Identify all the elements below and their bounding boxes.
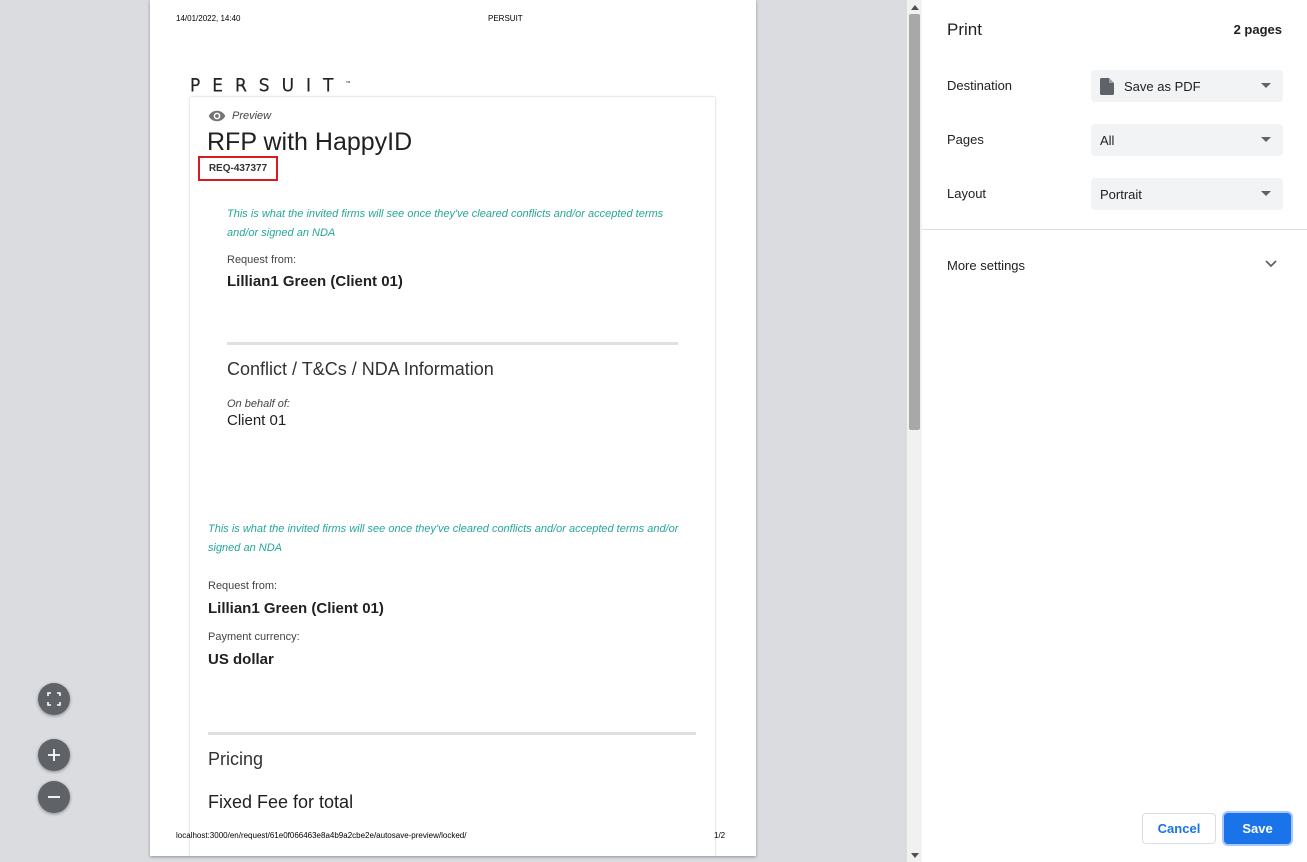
- section-divider: [227, 342, 678, 345]
- zoom-out-icon: [48, 796, 60, 798]
- destination-select[interactable]: Save as PDF: [1091, 70, 1283, 102]
- request-from-label: Request from:: [227, 254, 297, 266]
- dropdown-caret-icon: [1261, 137, 1271, 142]
- rfp-preview-card: Preview RFP with HappyID REQ-437377 This…: [190, 97, 715, 856]
- print-settings-sidebar: Print 2 pages Destination Save as PDF Pa…: [922, 0, 1307, 862]
- layout-value: Portrait: [1100, 186, 1142, 202]
- logo-trademark: ™: [345, 80, 351, 87]
- scroll-down-button[interactable]: [907, 848, 922, 862]
- print-title: Print: [947, 20, 982, 39]
- preview-scrollbar[interactable]: [907, 0, 922, 862]
- pages-select[interactable]: All: [1091, 124, 1283, 156]
- arrow-down-icon: [910, 852, 919, 858]
- layout-select[interactable]: Portrait: [1091, 178, 1283, 210]
- scroll-up-button[interactable]: [907, 0, 922, 14]
- conflict-section-title: Conflict / T&Cs / NDA Information: [227, 359, 494, 379]
- page-count: 2 pages: [1233, 22, 1282, 37]
- layout-label: Layout: [947, 186, 987, 201]
- visibility-note: This is what the invited firms will see …: [227, 208, 664, 239]
- payment-currency-label: Payment currency:: [208, 631, 300, 643]
- page-footer-number: 1/2: [714, 831, 726, 840]
- request-id-badge: REQ-437377: [198, 156, 278, 181]
- dropdown-caret-icon: [1261, 191, 1271, 196]
- fit-to-page-icon: [47, 692, 61, 706]
- rfp-title: RFP with HappyID: [207, 128, 413, 156]
- pages-value: All: [1100, 132, 1115, 148]
- zoom-in-icon: [48, 749, 60, 761]
- cancel-button[interactable]: Cancel: [1142, 813, 1216, 844]
- on-behalf-value: Client 01: [227, 412, 287, 429]
- dropdown-caret-icon: [1261, 83, 1271, 88]
- zoom-in-button[interactable]: [38, 739, 70, 771]
- destination-label: Destination: [947, 78, 1013, 93]
- logo-text: PERSUIT: [189, 76, 346, 97]
- arrow-up-icon: [910, 4, 919, 10]
- request-from-value: Lillian1 Green (Client 01): [227, 273, 403, 290]
- page-footer-url: localhost:3000/en/request/61e0f066463e8a…: [176, 831, 467, 840]
- persuit-logo: PERSUIT™: [189, 76, 351, 97]
- preview-indicator: Preview: [208, 110, 271, 122]
- fit-to-page-button[interactable]: [38, 683, 70, 715]
- preview-label: Preview: [232, 110, 272, 122]
- save-button[interactable]: Save: [1224, 813, 1291, 844]
- payment-currency-value: US dollar: [208, 651, 274, 668]
- page-header-title: PERSUIT: [488, 14, 523, 23]
- more-settings-toggle[interactable]: More settings: [922, 250, 1307, 280]
- more-settings-label: More settings: [947, 258, 1026, 273]
- eye-icon: [208, 110, 226, 122]
- section-divider: [208, 732, 696, 735]
- print-preview-area: 14/01/2022, 14:40 PERSUIT PERSUIT™ Previ…: [0, 0, 907, 862]
- scrollbar-thumb[interactable]: [909, 14, 920, 430]
- request-from-value: Lillian1 Green (Client 01): [208, 600, 384, 617]
- zoom-out-button[interactable]: [38, 781, 70, 813]
- destination-value: Save as PDF: [1124, 78, 1201, 94]
- fixed-fee-title: Fixed Fee for total: [208, 792, 354, 812]
- preview-page: 14/01/2022, 14:40 PERSUIT PERSUIT™ Previ…: [150, 0, 756, 856]
- sidebar-divider: [922, 229, 1307, 230]
- pricing-section-title: Pricing: [208, 749, 264, 769]
- request-from-label: Request from:: [208, 580, 278, 592]
- on-behalf-label: On behalf of:: [227, 398, 290, 410]
- visibility-note: This is what the invited firms will see …: [208, 523, 679, 554]
- chevron-down-icon: [1265, 260, 1277, 268]
- file-icon: [1100, 77, 1114, 95]
- page-header-date: 14/01/2022, 14:40: [176, 14, 241, 23]
- pages-label: Pages: [947, 132, 984, 147]
